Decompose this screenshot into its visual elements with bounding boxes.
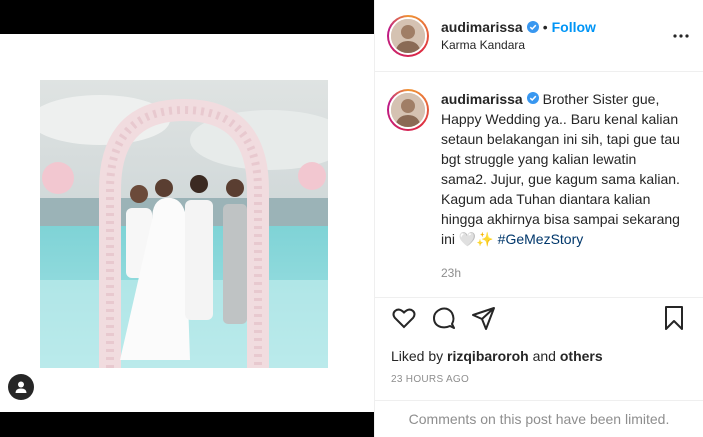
heart-icon[interactable]	[391, 305, 417, 331]
post-photo[interactable]	[40, 80, 328, 368]
liked-by-and: and	[532, 348, 556, 364]
post-location[interactable]: Karma Kandara	[441, 38, 596, 52]
post-actions: Liked by rizqibaroroh and others 23 HOUR…	[375, 297, 703, 385]
verified-badge-icon	[526, 92, 539, 104]
caption-text: Brother Sister gue, Happy Wedding ya.. B…	[441, 91, 680, 247]
comments-limited-notice: Comments on this post have been limited.	[375, 400, 703, 437]
share-icon[interactable]	[471, 305, 497, 331]
author-avatar[interactable]	[387, 14, 429, 57]
comments-area: audimarissa Brother Sister gue, Happy We…	[375, 73, 703, 297]
caption-hashtag[interactable]: #GeMezStory	[498, 231, 584, 247]
more-options-icon[interactable]	[671, 26, 691, 46]
post-media-area	[0, 0, 374, 437]
liked-by-prefix: Liked by	[391, 348, 444, 364]
liked-by-user[interactable]: rizqibaroroh	[447, 348, 529, 364]
user-tag-icon	[15, 381, 27, 393]
liked-by-others[interactable]: others	[560, 348, 603, 364]
post-side-panel: audimarissa • Follow Karma Kandara audim…	[374, 0, 703, 437]
follow-button[interactable]: Follow	[552, 19, 596, 35]
letterbox-bottom	[0, 412, 374, 437]
post-age[interactable]: 23 HOURS AGO	[391, 374, 687, 385]
caption-avatar[interactable]	[387, 89, 429, 131]
caption-time: 23h	[441, 266, 462, 280]
verified-badge-icon	[526, 21, 539, 33]
bookmark-icon[interactable]	[661, 305, 687, 331]
caption-username[interactable]: audimarissa	[441, 91, 523, 107]
caption-comment: audimarissa Brother Sister gue, Happy We…	[387, 89, 687, 283]
user-tag-button[interactable]	[8, 374, 34, 400]
separator-dot: •	[542, 19, 548, 35]
author-username[interactable]: audimarissa	[441, 19, 523, 35]
post-header: audimarissa • Follow Karma Kandara	[375, 0, 703, 72]
comment-icon[interactable]	[431, 305, 457, 331]
letterbox-top	[0, 0, 374, 34]
liked-by-line: Liked by rizqibaroroh and others	[391, 348, 687, 364]
